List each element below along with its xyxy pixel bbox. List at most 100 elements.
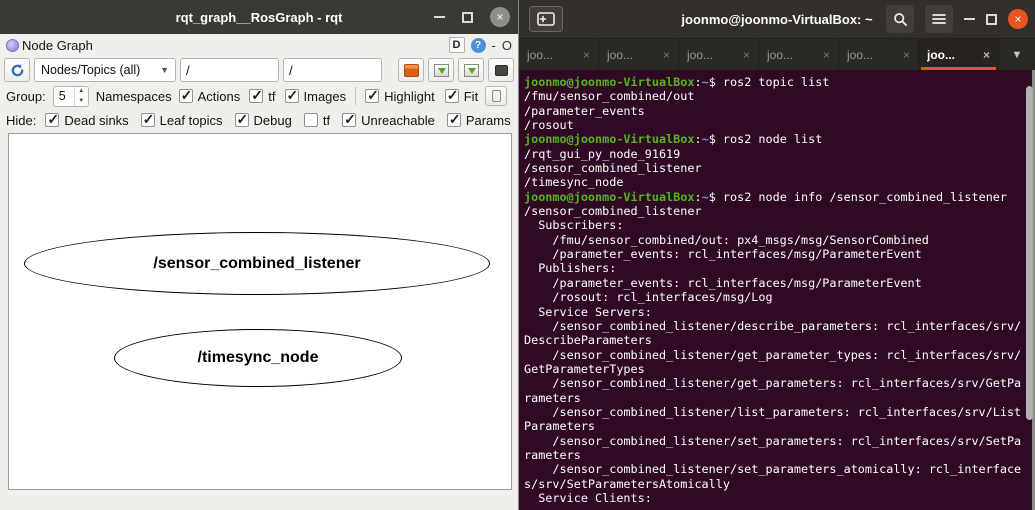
save-image-icon [463, 63, 479, 77]
terminal-line: /rosout [524, 118, 574, 133]
terminal-output[interactable]: joonmo@joonmo-VirtualBox:~$ ros2 topic l… [519, 70, 1035, 510]
minimize-icon[interactable] [964, 18, 975, 20]
terminal-tab[interactable]: joo... × [919, 39, 999, 70]
rqt-toolbar-row2: Group: 5 ▲ ▼ Namespaces ActionstfImages … [0, 84, 518, 108]
checkbox-dead-sinks[interactable]: Dead sinks [45, 111, 129, 128]
topic-filter-input[interactable] [283, 58, 382, 82]
node-graph-plugin-icon [6, 38, 19, 52]
checkbox-params[interactable]: Params [446, 111, 511, 128]
row2-checkboxes: Actions tf Images [178, 87, 346, 104]
checkbox-debug[interactable]: Debug [234, 111, 292, 128]
menu-button[interactable] [925, 5, 953, 33]
terminal-line: rameters [524, 447, 581, 462]
checkbox-fit[interactable]: Fit [444, 87, 478, 104]
terminal-tab[interactable]: joo... × [679, 39, 759, 70]
save-image-button[interactable] [458, 58, 484, 82]
tab-title: joo... [847, 47, 874, 62]
rqt-statusbar [0, 490, 518, 510]
tab-close-icon[interactable]: × [983, 48, 990, 62]
checkbox-box[interactable] [444, 87, 459, 104]
namespaces-label: Namespaces [95, 88, 172, 104]
tab-title: joo... [607, 47, 634, 62]
terminal-line: Parameters [524, 419, 596, 434]
checkbox-box[interactable] [234, 111, 249, 128]
checkbox-box[interactable] [342, 111, 357, 128]
dock-title: Node Graph [22, 37, 93, 53]
tab-close-icon[interactable]: × [583, 48, 590, 62]
tab-close-icon[interactable]: × [823, 48, 830, 62]
checkbox-highlight[interactable]: Highlight [365, 87, 435, 104]
spinner-arrows: ▲ ▼ [73, 86, 88, 106]
search-button[interactable] [886, 5, 914, 33]
close-icon[interactable]: × [1008, 9, 1028, 29]
tab-title: joo... [687, 47, 714, 62]
checkbox-unreachable[interactable]: Unreachable [342, 111, 435, 128]
rqt-titlebar[interactable]: rqt_graph__RosGraph - rqt × [0, 0, 518, 34]
checkbox-box[interactable] [365, 87, 380, 104]
dark-square-icon [494, 64, 508, 76]
close-icon[interactable]: × [490, 7, 510, 27]
terminal-header[interactable]: joonmo@joonmo-VirtualBox: ~ × [519, 0, 1035, 38]
save-svg-button[interactable] [428, 58, 454, 82]
toolbar-mini-button[interactable] [485, 86, 508, 106]
checkbox-leaf-topics[interactable]: Leaf topics [140, 111, 223, 128]
node-label: /timesync_node [197, 349, 319, 366]
tab-close-icon[interactable]: × [903, 48, 910, 62]
tab-close-icon[interactable]: × [743, 48, 750, 62]
dock-close-button[interactable]: O [502, 38, 512, 53]
terminal-line: joonmo@joonmo-VirtualBox:~$ ros2 node li… [524, 132, 823, 147]
screenshot-button[interactable] [488, 58, 514, 82]
dock-detach-button[interactable]: D [448, 37, 465, 53]
save-dot-button[interactable] [398, 58, 424, 82]
checkbox-tf[interactable]: tf [249, 87, 276, 104]
terminal-line: DescribeParameters [524, 333, 652, 348]
document-icon [491, 90, 501, 102]
refresh-button[interactable] [4, 58, 30, 82]
terminal-line: /parameter_events [524, 103, 645, 118]
checkbox-images[interactable]: Images [284, 87, 346, 104]
checkbox-box[interactable] [249, 87, 264, 104]
scrollbar-thumb[interactable] [1026, 86, 1033, 420]
terminal-line: s/srv/SetParametersAtomically [524, 476, 730, 491]
dock-help-button[interactable]: ? [470, 37, 486, 53]
terminal-line: GetParameterTypes [524, 361, 645, 376]
spin-down-button[interactable]: ▼ [75, 96, 88, 106]
checkbox-box[interactable] [178, 87, 193, 104]
checkbox-box[interactable] [140, 111, 155, 128]
graph-type-select[interactable]: Nodes/Topics (all) ▼ [34, 58, 176, 82]
checkbox-box[interactable] [284, 87, 299, 104]
node-filter-input[interactable] [180, 58, 279, 82]
checkbox-tf[interactable]: tf [303, 112, 331, 128]
graph-canvas[interactable]: /sensor_combined_listener /timesync_node [8, 133, 512, 490]
checkbox-box[interactable] [446, 111, 461, 128]
dot-file-icon [403, 63, 419, 77]
search-icon [893, 12, 907, 26]
dock-minimize-button[interactable]: - [492, 38, 496, 53]
checkbox-label: tf [322, 112, 331, 128]
maximize-icon[interactable] [462, 11, 473, 23]
minimize-icon[interactable] [434, 16, 445, 18]
checkbox-actions[interactable]: Actions [178, 87, 240, 104]
hamburger-menu-icon [932, 14, 946, 24]
checkbox-box[interactable] [45, 111, 60, 128]
tab-close-icon[interactable]: × [663, 48, 670, 62]
terminal-tab[interactable]: joo... × [839, 39, 919, 70]
terminal-tab[interactable]: joo... × [519, 39, 599, 70]
group-spinner[interactable]: 5 ▲ ▼ [52, 85, 89, 107]
spin-up-button[interactable]: ▲ [75, 87, 88, 97]
checkbox-box[interactable] [303, 113, 318, 127]
terminal-tab[interactable]: joo... × [599, 39, 679, 70]
terminal-line: /parameter_events: rcl_interfaces/msg/Pa… [524, 247, 922, 262]
checkbox-label: Dead sinks [64, 112, 129, 128]
terminal-line: /sensor_combined_listener [524, 204, 702, 219]
terminal-line: /rosout: rcl_interfaces/msg/Log [524, 290, 773, 305]
row2b-checkboxes: Highlight Fit [365, 87, 478, 104]
terminal-line: Service Servers: [524, 304, 652, 319]
terminal-tab[interactable]: joo... × [759, 39, 839, 70]
node-label: /sensor_combined_listener [153, 254, 361, 272]
maximize-icon[interactable] [986, 13, 997, 25]
terminal-line: /sensor_combined_listener/describe_param… [524, 318, 1022, 333]
terminal-line: Service Clients: [524, 490, 652, 505]
tab-list-dropdown-button[interactable]: ▼ [999, 39, 1035, 70]
rqt-window: rqt_graph__RosGraph - rqt × Node Graph D… [0, 0, 518, 510]
